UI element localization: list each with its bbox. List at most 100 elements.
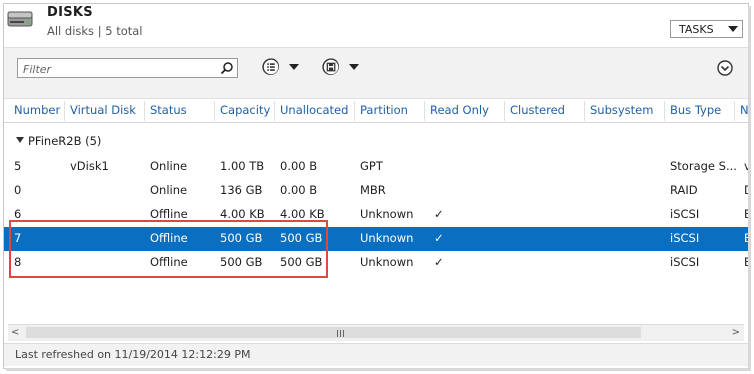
cell-bus-type: iSCSI	[670, 255, 700, 269]
column-divider[interactable]	[144, 101, 145, 121]
column-header-number[interactable]: Number	[14, 103, 60, 117]
cell-number: 0	[14, 183, 22, 197]
status-bar: Last refreshed on 11/19/2014 12:12:29 PM	[4, 343, 748, 366]
cell-unallocated: 500 GB	[280, 255, 323, 269]
column-header-virtual-disk[interactable]: Virtual Disk	[70, 103, 136, 117]
cell-number: 6	[14, 207, 22, 221]
cell-partition: Unknown	[360, 231, 414, 245]
cell-read-only: ✓	[434, 255, 444, 269]
column-header-row: Number Virtual Disk Status Capacity Unal…	[4, 101, 748, 121]
column-divider[interactable]	[214, 101, 215, 121]
cell-status: Online	[150, 183, 188, 197]
scrollbar-grip-icon	[337, 330, 345, 337]
column-header-unallocated[interactable]: Unallocated	[280, 103, 348, 117]
column-divider[interactable]	[734, 101, 735, 121]
table-row[interactable]: 0 Online 136 GB 0.00 B MBR RAID D	[4, 179, 748, 203]
column-divider[interactable]	[64, 101, 65, 121]
chevron-down-circle-icon[interactable]	[717, 60, 733, 76]
cell-status: Offline	[150, 207, 188, 221]
cell-bus-type: iSCSI	[670, 231, 700, 245]
cell-read-only: ✓	[434, 231, 444, 245]
cell-partition: Unknown	[360, 207, 414, 221]
table-row[interactable]: 7 Offline 500 GB 500 GB Unknown ✓ iSCSI B	[4, 227, 748, 251]
cell-capacity: 500 GB	[220, 231, 263, 245]
scroll-left-arrow-icon[interactable]: <	[11, 327, 19, 338]
header-divider	[4, 122, 748, 123]
column-header-bus-type[interactable]: Bus Type	[670, 103, 721, 117]
cell-truncated-text: v	[744, 159, 748, 173]
save-icon	[322, 58, 339, 75]
page-title: DISKS	[47, 5, 93, 20]
cell-virtual-disk: vDisk1	[70, 159, 109, 173]
chevron-down-icon	[349, 64, 359, 70]
collapse-triangle-icon[interactable]	[16, 137, 24, 143]
disk-drive-icon	[7, 11, 33, 27]
column-header-read-only[interactable]: Read Only	[430, 103, 489, 117]
cell-capacity: 136 GB	[220, 183, 263, 197]
cell-capacity: 1.00 TB	[220, 159, 265, 173]
column-divider[interactable]	[504, 101, 505, 121]
last-refreshed-text: Last refreshed on 11/19/2014 12:12:29 PM	[15, 348, 251, 361]
scroll-right-arrow-icon[interactable]: >	[732, 327, 740, 338]
filter-box[interactable]	[17, 58, 238, 78]
column-header-capacity[interactable]: Capacity	[220, 103, 270, 117]
cell-status: Offline	[150, 231, 188, 245]
cell-capacity: 500 GB	[220, 255, 263, 269]
cell-bus-type: iSCSI	[670, 207, 700, 221]
column-divider[interactable]	[354, 101, 355, 121]
table-row[interactable]: 6 Offline 4.00 KB 4.00 KB Unknown ✓ iSCSI B	[4, 203, 748, 227]
search-icon[interactable]	[220, 61, 234, 75]
cell-partition: GPT	[360, 159, 383, 173]
cell-read-only: ✓	[434, 207, 444, 221]
cell-truncated-text: D	[744, 183, 748, 197]
column-divider[interactable]	[664, 101, 665, 121]
table-row[interactable]: 5 vDisk1 Online 1.00 TB 0.00 B GPT Storage S..…	[4, 155, 748, 179]
chevron-down-icon	[289, 64, 299, 70]
tasks-label: TASKS	[679, 23, 714, 36]
cell-truncated: B	[744, 227, 748, 251]
column-divider[interactable]	[424, 101, 425, 121]
cell-unallocated: 500 GB	[280, 231, 323, 245]
column-divider[interactable]	[584, 101, 585, 121]
cell-number: 8	[14, 255, 22, 269]
scrollbar-thumb[interactable]	[26, 327, 641, 338]
cell-truncated-text: B	[744, 255, 748, 269]
view-options-button[interactable]	[262, 58, 306, 78]
cell-truncated-text: B	[744, 207, 748, 221]
panel-shadow	[6, 368, 751, 371]
cell-partition: Unknown	[360, 255, 414, 269]
filter-input[interactable]	[21, 60, 215, 78]
cell-unallocated: 0.00 B	[280, 159, 318, 173]
filter-toolbar	[4, 47, 748, 99]
table-row[interactable]: 8 Offline 500 GB 500 GB Unknown ✓ iSCSI B	[4, 251, 748, 275]
cell-bus-type: RAID	[670, 183, 698, 197]
save-query-button[interactable]	[322, 58, 366, 78]
cell-partition: MBR	[360, 183, 386, 197]
group-label: PFineR2B (5)	[28, 134, 102, 148]
chevron-down-icon	[728, 26, 738, 32]
column-header-subsystem[interactable]: Subsystem	[590, 103, 653, 117]
cell-truncated-text: B	[744, 231, 748, 245]
cell-number: 7	[14, 231, 22, 245]
cell-truncated: D	[744, 179, 748, 203]
list-view-icon	[262, 58, 279, 75]
cell-status: Offline	[150, 255, 188, 269]
cell-number: 5	[14, 159, 22, 173]
column-header-truncated[interactable]: N	[740, 103, 748, 117]
column-header-status[interactable]: Status	[150, 103, 187, 117]
column-header-clustered[interactable]: Clustered	[510, 103, 565, 117]
cell-truncated: B	[744, 203, 748, 227]
disk-count-subtitle: All disks | 5 total	[47, 24, 143, 38]
cell-capacity: 4.00 KB	[220, 207, 265, 221]
tasks-dropdown[interactable]: TASKS	[670, 20, 743, 38]
cell-truncated: B	[744, 251, 748, 275]
horizontal-scrollbar[interactable]: < >	[8, 324, 744, 341]
panel-shadow	[748, 6, 751, 370]
cell-truncated: v	[744, 155, 748, 179]
cell-bus-type: Storage S...	[670, 159, 737, 173]
column-divider[interactable]	[274, 101, 275, 121]
column-header-partition[interactable]: Partition	[360, 103, 408, 117]
cell-unallocated: 4.00 KB	[280, 207, 325, 221]
cell-unallocated: 0.00 B	[280, 183, 318, 197]
cell-status: Online	[150, 159, 188, 173]
